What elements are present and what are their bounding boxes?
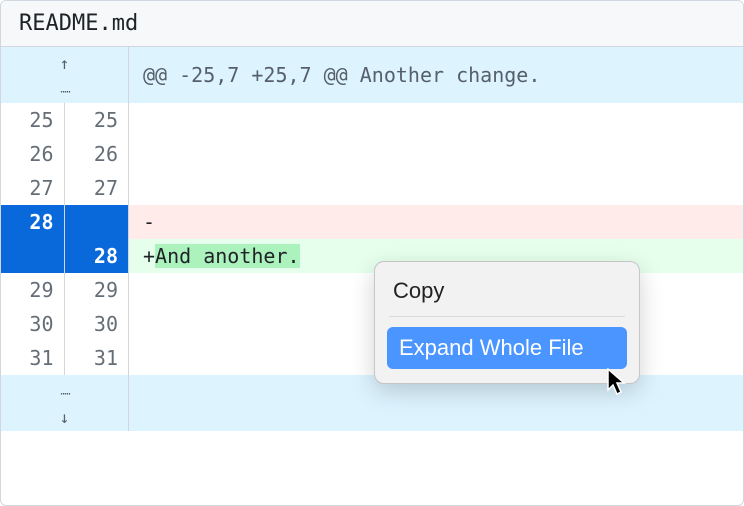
code-cell xyxy=(129,103,743,137)
diff-file-frame: README.md @@ -25,7 +25,7 @@ Another chan… xyxy=(0,0,744,506)
context-menu: Copy Expand Whole File xyxy=(374,261,640,384)
old-line-number: 29 xyxy=(1,273,65,307)
old-line-number: 31 xyxy=(1,341,65,375)
hunk-header-row: @@ -25,7 +25,7 @@ Another change. xyxy=(1,47,743,103)
expand-up-icon xyxy=(60,50,70,100)
menu-separator xyxy=(389,316,625,317)
hunk-header-text: @@ -25,7 +25,7 @@ Another change. xyxy=(129,47,743,103)
old-line-number xyxy=(1,239,65,273)
code-cell xyxy=(129,171,743,205)
diff-row[interactable]: 25 25 xyxy=(1,103,743,137)
new-line-number: 26 xyxy=(65,137,129,171)
expand-down-button[interactable] xyxy=(1,375,129,431)
code-cell: - xyxy=(129,205,743,239)
new-line-number: 29 xyxy=(65,273,129,307)
old-line-number: 28 xyxy=(1,205,65,239)
new-line-number: 31 xyxy=(65,341,129,375)
new-line-number: 28 xyxy=(65,239,129,273)
code-cell xyxy=(129,137,743,171)
diff-row-deletion[interactable]: 28 - xyxy=(1,205,743,239)
old-line-number: 27 xyxy=(1,171,65,205)
menu-item-copy[interactable]: Copy xyxy=(387,272,627,310)
expand-down-icon xyxy=(60,378,70,428)
menu-item-expand-whole-file[interactable]: Expand Whole File xyxy=(387,327,627,369)
old-line-number: 25 xyxy=(1,103,65,137)
old-line-number: 30 xyxy=(1,307,65,341)
diff-row[interactable]: 27 27 xyxy=(1,171,743,205)
diff-row[interactable]: 26 26 xyxy=(1,137,743,171)
diff-marker: + xyxy=(143,244,155,268)
new-line-number: 27 xyxy=(65,171,129,205)
added-text: And another. xyxy=(155,244,300,268)
new-line-number: 30 xyxy=(65,307,129,341)
new-line-number xyxy=(65,205,129,239)
file-name: README.md xyxy=(19,11,138,36)
old-line-number: 26 xyxy=(1,137,65,171)
new-line-number: 25 xyxy=(65,103,129,137)
file-header: README.md xyxy=(1,1,743,47)
expand-up-button[interactable] xyxy=(1,47,129,103)
